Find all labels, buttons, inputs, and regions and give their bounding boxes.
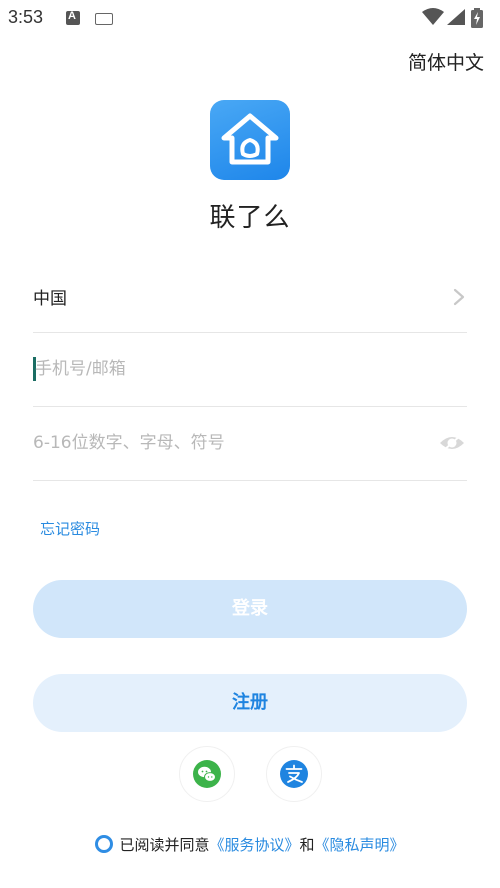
alipay-login-button[interactable] bbox=[266, 746, 322, 802]
password-input[interactable] bbox=[33, 429, 413, 457]
agreement-prefix: 已阅读并同意 bbox=[119, 836, 210, 854]
password-field[interactable] bbox=[33, 407, 467, 481]
wechat-icon bbox=[193, 760, 221, 788]
country-selector[interactable]: 中国 bbox=[33, 270, 467, 333]
alipay-icon bbox=[280, 760, 308, 788]
login-button[interactable]: 登录 bbox=[33, 580, 467, 638]
country-label: 中国 bbox=[33, 289, 67, 309]
chevron-right-icon bbox=[453, 288, 465, 306]
app-name: 联了么 bbox=[209, 203, 291, 233]
status-time: 3:53 bbox=[8, 7, 44, 27]
eye-hidden-icon[interactable] bbox=[439, 433, 465, 453]
status-icons bbox=[422, 8, 492, 28]
keyboard-icon bbox=[95, 13, 113, 25]
wifi-icon bbox=[422, 8, 444, 25]
app-logo bbox=[210, 100, 290, 180]
agreement-conjunction: 和 bbox=[299, 836, 315, 854]
forgot-password-link[interactable]: 忘记密码 bbox=[40, 518, 100, 539]
agreement-row: 已阅读并同意《服务协议》和《隐私声明》 bbox=[0, 834, 500, 855]
cell-signal-icon bbox=[447, 9, 465, 25]
phone-email-field[interactable] bbox=[33, 333, 467, 407]
privacy-link[interactable]: 《隐私声明》 bbox=[315, 836, 405, 854]
status-bar: 3:53 bbox=[0, 0, 500, 36]
accessibility-notification-icon bbox=[66, 10, 80, 25]
battery-icon bbox=[471, 8, 483, 28]
register-button[interactable]: 注册 bbox=[33, 674, 467, 732]
agree-radio[interactable] bbox=[95, 835, 114, 853]
wechat-login-button[interactable] bbox=[179, 746, 235, 802]
terms-link[interactable]: 《服务协议》 bbox=[209, 836, 299, 854]
language-switch[interactable]: 简体中文 bbox=[408, 48, 484, 75]
phone-email-input[interactable] bbox=[33, 355, 415, 383]
house-icon bbox=[221, 113, 279, 165]
